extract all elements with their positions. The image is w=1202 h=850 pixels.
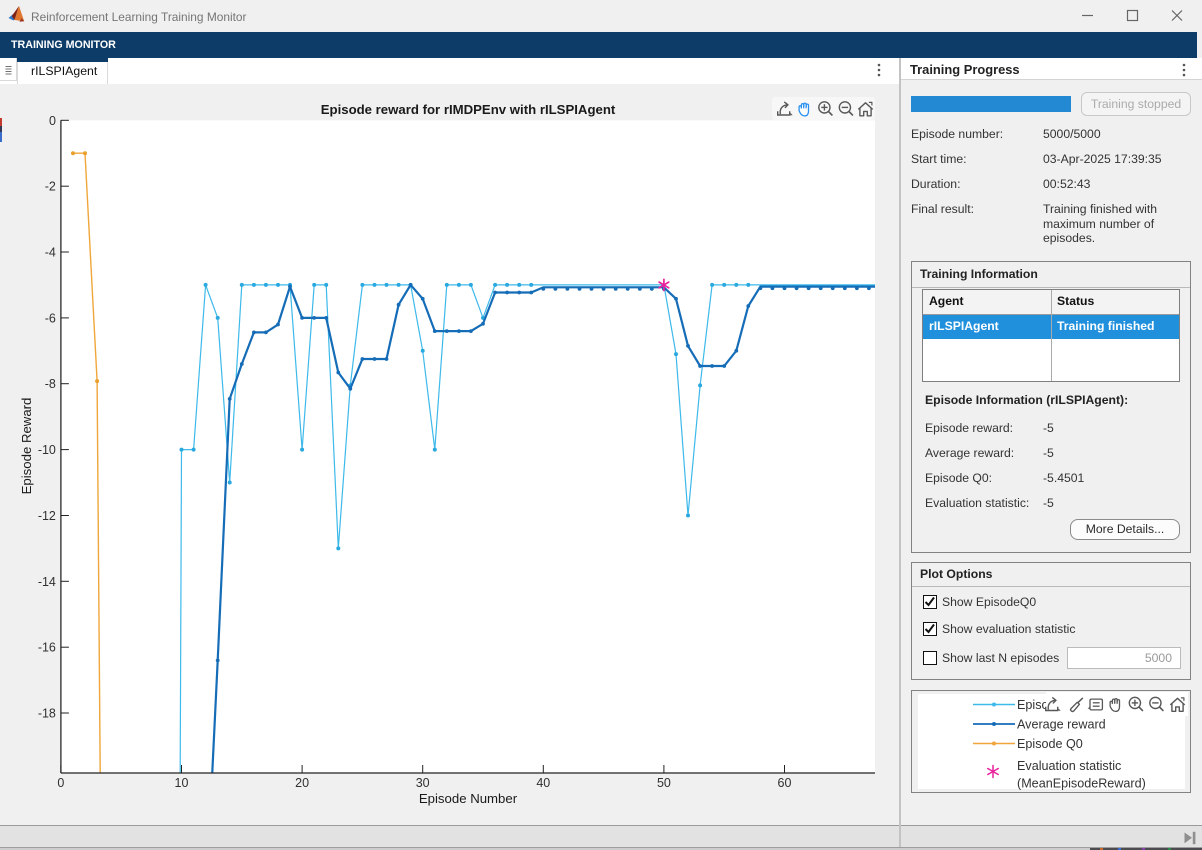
svg-text:-12: -12 (38, 509, 56, 523)
svg-text:Episode reward for rIMDPEnv wi: Episode reward for rIMDPEnv with rILSPIA… (321, 102, 616, 117)
svg-text:-18: -18 (38, 707, 56, 721)
svg-text:40: 40 (536, 776, 550, 790)
svg-text:Episode Q0: Episode Q0 (1017, 737, 1083, 751)
svg-text:Episode Reward: Episode Reward (19, 398, 34, 495)
svg-text:Episode Number: Episode Number (419, 791, 518, 806)
svg-text:60: 60 (778, 776, 792, 790)
svg-text:-14: -14 (38, 575, 56, 589)
svg-text:(MeanEpisodeReward): (MeanEpisodeReward) (1017, 777, 1146, 791)
svg-text:-8: -8 (45, 377, 56, 391)
svg-text:-4: -4 (45, 246, 56, 260)
svg-text:20: 20 (295, 776, 309, 790)
svg-text:0: 0 (57, 776, 64, 790)
svg-text:10: 10 (175, 776, 189, 790)
svg-text:-10: -10 (38, 443, 56, 457)
svg-text:Evaluation statistic: Evaluation statistic (1017, 759, 1121, 773)
svg-text:50: 50 (657, 776, 671, 790)
svg-text:-16: -16 (38, 641, 56, 655)
svg-text:0: 0 (49, 114, 56, 128)
svg-text:-6: -6 (45, 311, 56, 325)
svg-text:30: 30 (416, 776, 430, 790)
svg-text:-2: -2 (45, 180, 56, 194)
